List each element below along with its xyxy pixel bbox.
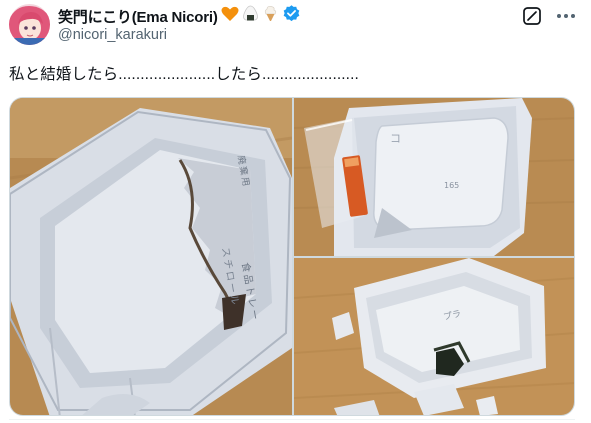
svg-text:165: 165 [444,181,459,190]
author-display-name[interactable]: 笑門にこり(Ema Nicori) [58,6,218,27]
orange-heart-icon [221,6,239,27]
more-options-icon[interactable] [555,6,577,26]
tweet-text: 私と結婚したら......................したら........… [9,66,359,83]
media-grid: スチロール 食品トレー 廃棄用 165 コ プラ [9,97,575,416]
media-image-2[interactable]: 165 コ [294,98,574,256]
author-name-row: 笑門にこり(Ema Nicori) [58,5,301,27]
svg-text:コ: コ [390,132,401,145]
avatar[interactable] [9,4,50,45]
soft-serve-icon [262,5,279,27]
author-handle[interactable]: @nicori_karakuri [58,27,167,43]
grok-icon[interactable] [522,6,542,26]
verified-badge-icon [282,4,301,28]
media-image-1[interactable]: スチロール 食品トレー 廃棄用 [10,98,292,415]
rice-ball-icon [242,5,259,27]
divider [9,419,575,420]
tweet: 笑門にこり(Ema Nicori) @nicori_karakuri 私と結婚し… [0,0,591,423]
media-image-3[interactable]: プラ [294,258,574,415]
